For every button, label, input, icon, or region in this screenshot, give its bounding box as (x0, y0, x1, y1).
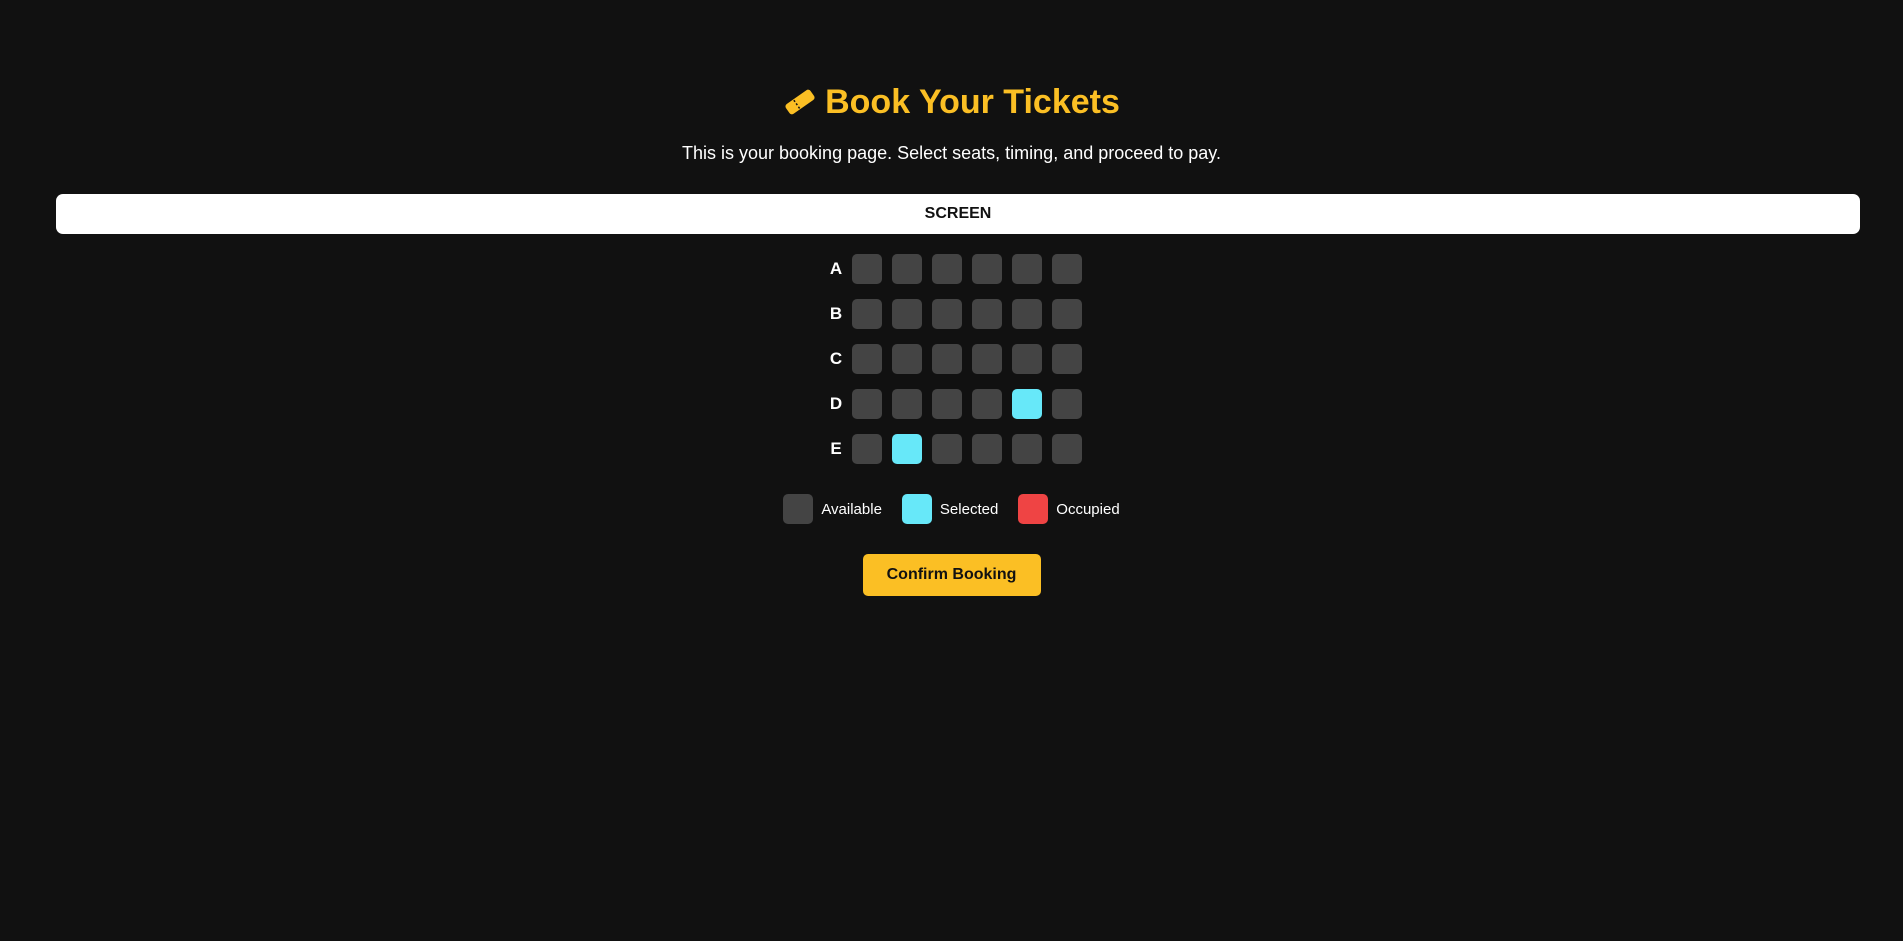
seat-A3[interactable] (932, 254, 962, 284)
seat-map: A B C D E (824, 254, 1092, 479)
seat-D2[interactable] (892, 389, 922, 419)
seat-B1[interactable] (852, 299, 882, 329)
confirm-section: Confirm Booking (0, 554, 1903, 596)
legend-item-occupied: Occupied (1018, 494, 1120, 524)
legend-item-selected: Selected (901, 494, 999, 524)
legend-swatch-available (783, 494, 814, 524)
row-label: B (829, 304, 843, 323)
seat-E3[interactable] (932, 434, 962, 464)
row-label: D (829, 394, 843, 413)
page-title: Book Your Tickets (825, 83, 1120, 121)
seat-A6[interactable] (1052, 254, 1082, 284)
seat-B6[interactable] (1052, 299, 1082, 329)
seat-C6[interactable] (1052, 344, 1082, 374)
row-label: C (829, 349, 843, 368)
seat-A5[interactable] (1012, 254, 1042, 284)
seat-C4[interactable] (972, 344, 1002, 374)
row-label: A (829, 259, 843, 278)
seat-A4[interactable] (972, 254, 1002, 284)
page-subtitle: This is your booking page. Select seats,… (682, 143, 1221, 163)
row-label: E (830, 439, 842, 458)
seat-D4[interactable] (972, 389, 1002, 419)
ticket-icon (785, 89, 815, 115)
seat-B2[interactable] (892, 299, 922, 329)
seat-E1[interactable] (852, 434, 882, 464)
seat-B3[interactable] (932, 299, 962, 329)
legend-label: Occupied (1056, 500, 1120, 518)
seat-A2[interactable] (892, 254, 922, 284)
seat-row: D (824, 389, 1092, 419)
seat-C3[interactable] (932, 344, 962, 374)
seat-E4[interactable] (972, 434, 1002, 464)
seat-C2[interactable] (892, 344, 922, 374)
seat-D5[interactable] (1012, 389, 1042, 419)
seat-row: A (824, 254, 1092, 284)
seat-D1[interactable] (852, 389, 882, 419)
legend-swatch-occupied (1018, 494, 1049, 524)
seat-D6[interactable] (1052, 389, 1082, 419)
seat-A1[interactable] (852, 254, 882, 284)
cinema-screen: SCREEN (56, 194, 1860, 234)
seat-E6[interactable] (1052, 434, 1082, 464)
seat-D3[interactable] (932, 389, 962, 419)
seat-E5[interactable] (1012, 434, 1042, 464)
seat-legend: Available Selected Occupied (0, 494, 1903, 524)
legend-item-available: Available (783, 494, 882, 524)
seat-row: C (824, 344, 1092, 374)
legend-swatch-selected (901, 494, 932, 524)
seat-row: B (824, 299, 1092, 329)
seat-B5[interactable] (1012, 299, 1042, 329)
legend-label: Available (821, 500, 882, 518)
seat-E2[interactable] (892, 434, 922, 464)
seat-C1[interactable] (852, 344, 882, 374)
confirm-booking-button[interactable]: Confirm Booking (862, 554, 1041, 596)
booking-page: Book Your Tickets This is your booking p… (0, 0, 1903, 941)
seat-C5[interactable] (1012, 344, 1042, 374)
seat-B4[interactable] (972, 299, 1002, 329)
legend-label: Selected (939, 500, 999, 518)
screen-label: SCREEN (924, 205, 992, 222)
page-header: Book Your Tickets (0, 78, 1903, 126)
seat-row: E (824, 434, 1092, 464)
